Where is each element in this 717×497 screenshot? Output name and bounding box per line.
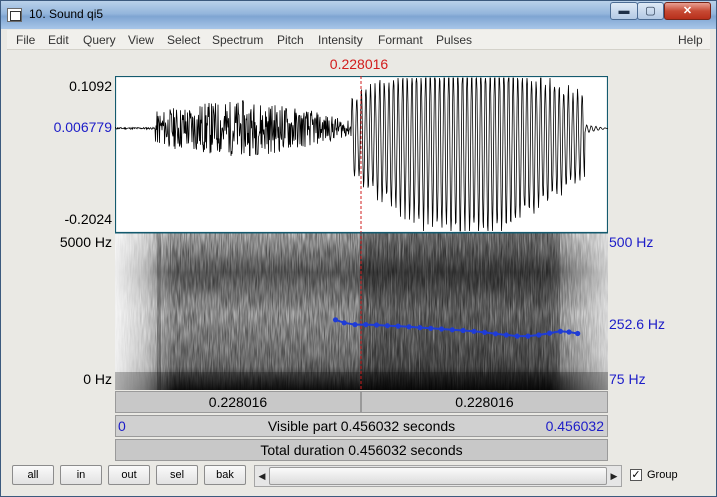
total-duration-label: Total duration 0.456032 seconds <box>260 442 463 458</box>
maximize-button[interactable]: ▢ <box>637 2 664 20</box>
pitch-point <box>449 327 455 333</box>
praat-sound-editor-window: 10. Sound qi5 ▬ ▢ ✕ File Edit Query View… <box>0 0 717 497</box>
pitch-point <box>575 330 581 337</box>
pitch-point <box>547 330 553 336</box>
close-button[interactable]: ✕ <box>664 2 711 20</box>
menu-select[interactable]: Select <box>167 33 200 47</box>
pitch-min-label: 75 Hz <box>609 371 646 387</box>
zoom-out-button[interactable]: out <box>108 465 150 485</box>
left-segment-label: 0.228016 <box>208 394 268 410</box>
waveform-min-label: -0.2024 <box>64 211 112 227</box>
pitch-point <box>384 323 390 329</box>
scroll-right-arrow-icon[interactable]: ▶ <box>607 466 621 486</box>
pitch-point <box>557 328 563 334</box>
pitch-point <box>428 325 434 331</box>
visible-end-label: 0.456032 <box>545 418 604 434</box>
minimize-button[interactable]: ▬ <box>610 2 638 20</box>
pitch-point <box>514 333 520 339</box>
total-duration-bar[interactable]: Total duration 0.456032 seconds <box>115 439 608 461</box>
visible-start-label: 0 <box>118 418 126 434</box>
pitch-point <box>395 323 401 329</box>
spectrogram-min-label: 0 Hz <box>83 371 112 387</box>
menu-spectrum[interactable]: Spectrum <box>212 33 263 47</box>
pitch-point <box>417 325 423 331</box>
zoom-in-button[interactable]: in <box>60 465 102 485</box>
pitch-point <box>363 322 369 328</box>
zoom-all-button[interactable]: all <box>12 465 54 485</box>
visible-part-bar[interactable]: 0 Visible part 0.456032 seconds 0.456032 <box>115 415 608 437</box>
menu-intensity[interactable]: Intensity <box>318 33 363 47</box>
zoom-to-selection-button[interactable]: sel <box>156 465 198 485</box>
pitch-point <box>332 317 339 323</box>
spectrogram-max-label: 5000 Hz <box>59 234 112 250</box>
waveform-max-label: 0.1092 <box>69 78 112 94</box>
signal-plot-area[interactable] <box>115 76 608 390</box>
menu-view[interactable]: View <box>128 33 154 47</box>
menu-file[interactable]: File <box>16 33 35 47</box>
window-title: 10. Sound qi5 <box>29 7 104 21</box>
pitch-point <box>536 332 542 338</box>
pitch-point <box>341 320 347 326</box>
menu-pitch[interactable]: Pitch <box>277 33 304 47</box>
menu-formant[interactable]: Formant <box>378 33 423 47</box>
right-segment-label: 0.228016 <box>455 394 514 410</box>
window-icon <box>7 8 22 22</box>
menu-help[interactable]: Help <box>678 33 703 47</box>
left-segment-duration[interactable]: 0.228016 <box>115 391 361 413</box>
visible-part-label: Visible part 0.456032 seconds <box>267 418 456 434</box>
time-scrollbar[interactable]: ◀ ▶ <box>254 465 622 487</box>
scroll-left-arrow-icon[interactable]: ◀ <box>255 466 269 486</box>
pitch-point <box>471 328 477 334</box>
scrollbar-thumb[interactable] <box>269 467 607 485</box>
pitch-point <box>492 331 499 337</box>
pitch-point <box>566 329 572 335</box>
pitch-point <box>525 333 531 339</box>
menu-edit[interactable]: Edit <box>48 33 69 47</box>
pitch-cursor-value-label: 252.6 Hz <box>609 316 666 332</box>
cursor-time-label: 0.228016 <box>329 56 389 72</box>
pitch-point <box>460 327 466 334</box>
pitch-max-label: 500 Hz <box>609 234 654 250</box>
pitch-point <box>438 326 445 332</box>
pitch-point <box>482 329 488 335</box>
zoom-back-button[interactable]: bak <box>204 465 246 485</box>
pitch-point <box>406 324 412 330</box>
menu-query[interactable]: Query <box>83 33 116 47</box>
menu-pulses[interactable]: Pulses <box>436 33 472 47</box>
pitch-point <box>352 322 358 328</box>
pitch-point <box>374 322 380 328</box>
group-label: Group <box>647 469 678 481</box>
waveform-panel[interactable] <box>115 76 608 234</box>
right-segment-duration[interactable]: 0.228016 <box>361 391 608 413</box>
menu-bar: File Edit Query View Select Spectrum Pit… <box>7 30 710 50</box>
title-bar[interactable]: 10. Sound qi5 ▬ ▢ ✕ <box>1 1 716 29</box>
group-checkbox[interactable]: ✓ <box>630 469 642 481</box>
waveform-cursor-value-label: 0.006779 <box>53 119 112 135</box>
pitch-point <box>503 332 509 338</box>
